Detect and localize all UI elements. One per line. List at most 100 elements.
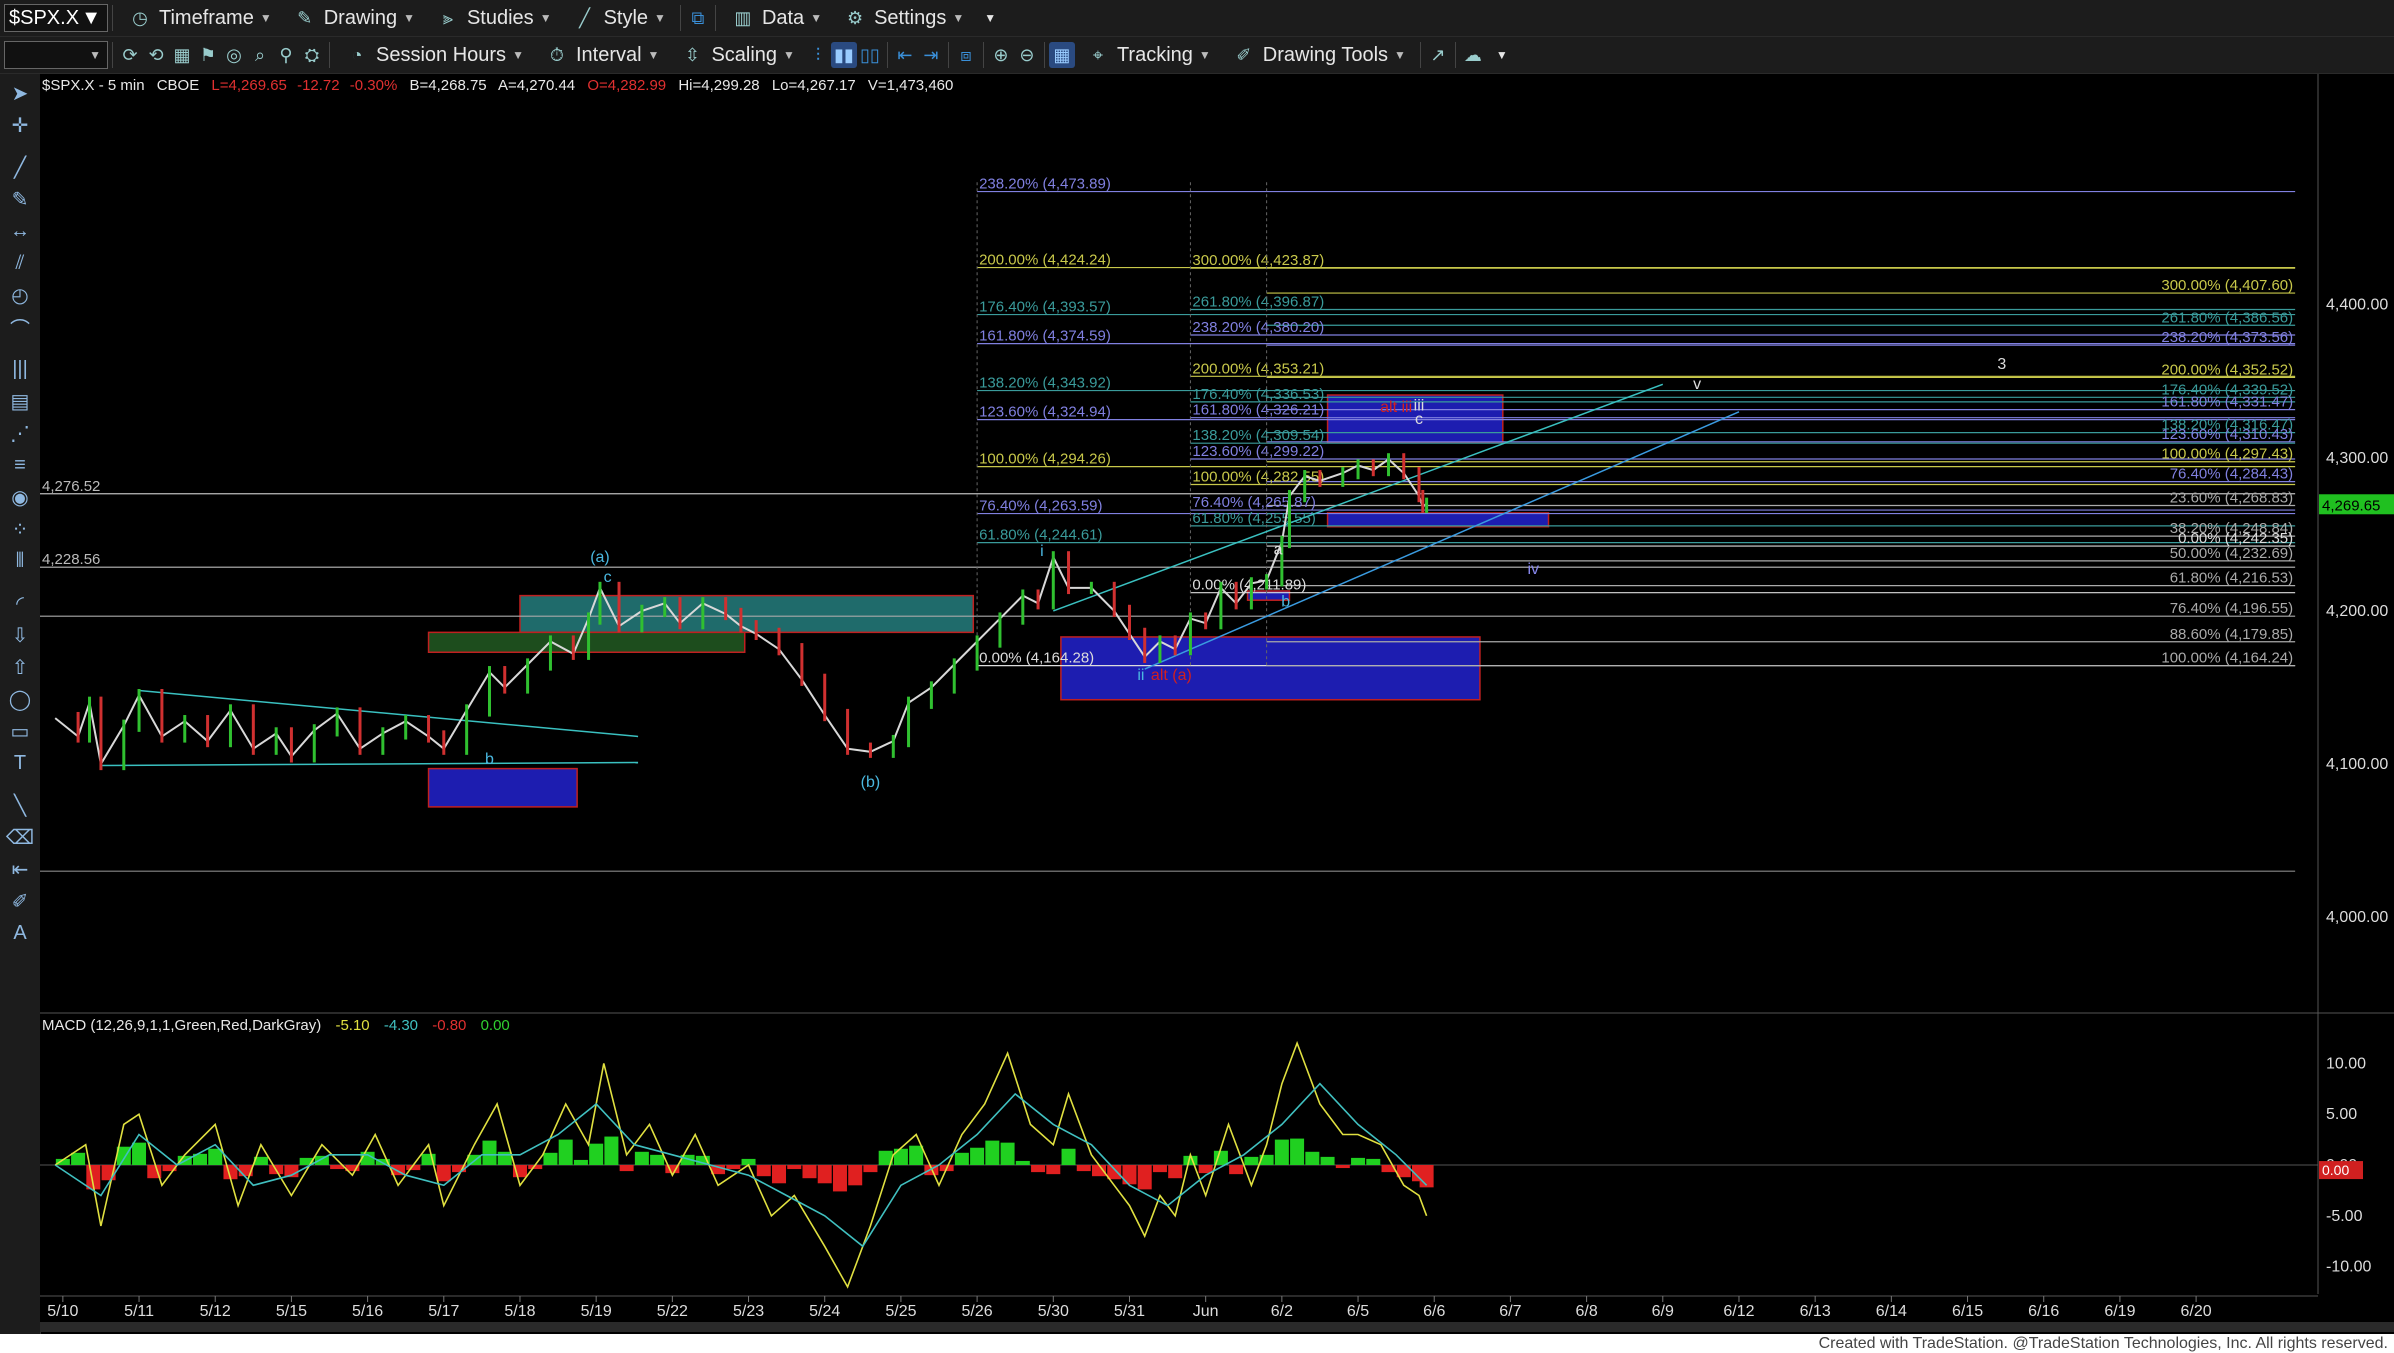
share-icon[interactable]: ↗ <box>1425 42 1451 68</box>
drawing-tools-label: Drawing Tools <box>1262 43 1389 66</box>
grid-icon[interactable]: ▤ <box>7 388 33 414</box>
time-tick-label: 6/13 <box>1800 1303 1831 1320</box>
symbol-selector[interactable]: $SPX.X ▼ <box>4 4 108 32</box>
tracking-menu[interactable]: ⌖ Tracking ▼ <box>1075 38 1221 72</box>
header-change-pct: -0.30% <box>350 77 398 94</box>
fib-icon[interactable]: ◴ <box>7 282 33 308</box>
chevron-down-icon: ▼ <box>810 11 823 25</box>
toolbar-divider <box>112 42 113 68</box>
text-tool-icon[interactable]: T <box>7 750 33 776</box>
hotlist-icon[interactable]: ⚲ <box>273 42 299 68</box>
time-tick-label: 6/14 <box>1876 1303 1907 1320</box>
bar-style-icon[interactable]: ⫶ <box>805 42 831 68</box>
drawing-menu[interactable]: ✎ Drawing ▼ <box>282 1 425 35</box>
macd-tick-label: 10.00 <box>2326 1055 2366 1072</box>
horizontal-arrow-icon[interactable]: ↔ <box>7 218 33 244</box>
wave-label: b <box>485 751 494 768</box>
tools-icon[interactable]: ⛭ <box>299 42 325 68</box>
toolbar-divider <box>1419 42 1421 68</box>
rectangle-icon[interactable]: ▭ <box>7 718 33 744</box>
arrow-down-icon[interactable]: ⇩ <box>7 622 33 648</box>
vertical-lines-icon[interactable]: ||| <box>7 356 33 382</box>
style-menu[interactable]: ╱ Style ▼ <box>562 1 676 35</box>
analysis-icon[interactable]: ◎ <box>221 42 247 68</box>
drawing-tools-icon: ✐ <box>1236 44 1252 65</box>
macd-histogram-bar <box>634 1151 649 1165</box>
macd-histogram-bar <box>482 1140 497 1165</box>
fib-level-label: 23.60% (4,268.83) <box>2170 490 2293 507</box>
crosshair-icon[interactable]: ✛ <box>7 112 33 138</box>
chart-search-icon[interactable]: ⌕ <box>247 42 273 68</box>
paint-icon[interactable]: ✐ <box>7 888 33 914</box>
fib-level-label: 123.60% (4,324.94) <box>979 404 1111 421</box>
chevron-down-icon: ▼ <box>1394 48 1406 62</box>
settings-menu[interactable]: ⚙ Settings ▼ <box>832 1 974 35</box>
crosshair-grid-icon[interactable]: ▦ <box>1048 42 1075 68</box>
scaling-menu[interactable]: ⇳ Scaling ▼ <box>669 38 805 72</box>
collapse-left-icon[interactable]: ⇤ <box>7 856 33 882</box>
macd-histogram-bar <box>132 1142 147 1165</box>
link-window-icon[interactable]: ⧉ <box>685 5 711 31</box>
macd-value-3: -0.80 <box>432 1017 466 1034</box>
session-hours-menu[interactable]: ◔ Session Hours ▼ <box>334 38 534 72</box>
macd-histogram-bar <box>1000 1142 1015 1165</box>
line-tool-icon[interactable]: ╲ <box>7 792 33 818</box>
window-layout-icon[interactable]: ⧈ <box>953 42 979 68</box>
arc-icon[interactable]: ◜ <box>7 590 33 616</box>
annotation-icon[interactable]: A <box>7 920 33 946</box>
macd-histogram-bar <box>848 1165 863 1186</box>
header-low: Lo=4,267.17 <box>772 77 856 94</box>
grid-window-icon[interactable]: ▦ <box>169 42 195 68</box>
data-menu[interactable]: ▥ Data ▼ <box>720 1 832 35</box>
timeframe-menu[interactable]: ◷ Timeframe ▼ <box>117 1 282 35</box>
compress-icon[interactable]: ⇤ <box>892 42 918 68</box>
trendline-icon[interactable]: ╱ <box>7 154 33 180</box>
scatter-icon[interactable]: ⁘ <box>7 516 33 542</box>
toolbar-divider <box>947 42 949 68</box>
fib-level-label: 76.40% (4,263.59) <box>979 498 1102 515</box>
time-tick-label: 5/18 <box>504 1303 535 1320</box>
fib-level-label: 300.00% (4,407.60) <box>2161 277 2293 294</box>
macd-histogram-bar <box>756 1165 771 1177</box>
expand-icon[interactable]: ⇥ <box>918 42 944 68</box>
overflow-chevron-icon[interactable]: ▼ <box>974 1 1006 35</box>
horizontal-scrollbar[interactable] <box>40 1322 2394 1332</box>
time-tick-label: 6/6 <box>1423 1303 1445 1320</box>
toolbar-divider <box>329 42 330 68</box>
zoom-out-icon[interactable]: ⊖ <box>1014 42 1040 68</box>
wave-label: i <box>1040 543 1044 560</box>
header-high: Hi=4,299.28 <box>678 77 759 94</box>
toolbar-divider <box>982 42 984 68</box>
candle-style-icon[interactable]: ▮▮ <box>830 42 857 68</box>
price-tick-label: 4,100.00 <box>2326 756 2388 773</box>
arrow-up-icon[interactable]: ⇧ <box>7 654 33 680</box>
pen-icon[interactable]: ✎ <box>7 186 33 212</box>
reload-icon[interactable]: ⟲ <box>143 42 169 68</box>
time-tick-label: 5/24 <box>809 1303 840 1320</box>
bookmark-icon[interactable]: ⚑ <box>195 42 221 68</box>
speed-lines-icon[interactable]: ⋰ <box>7 420 33 446</box>
refresh-icon[interactable]: ⟳ <box>117 42 143 68</box>
pointer-icon[interactable]: ➤ <box>7 80 33 106</box>
channel-icon[interactable]: ⫽ <box>7 250 33 276</box>
curve-icon[interactable]: ⌒ <box>7 314 33 341</box>
ellipse-icon[interactable]: ◯ <box>7 686 33 712</box>
macd-histogram-bar <box>1015 1160 1030 1165</box>
fib-level-label: 76.40% (4,196.55) <box>2170 600 2293 617</box>
horizontal-lines-icon[interactable]: ≡ <box>7 452 33 478</box>
cycle-icon[interactable]: ◉ <box>7 484 33 510</box>
zoom-in-icon[interactable]: ⊕ <box>988 42 1014 68</box>
interval-menu[interactable]: ⏱ Interval ▼ <box>534 38 669 72</box>
interval-input[interactable]: ▼ <box>4 41 108 69</box>
fib-level-label: 88.60% (4,179.85) <box>2170 626 2293 643</box>
eraser-icon[interactable]: ⌫ <box>6 824 34 850</box>
overflow-chevron-icon[interactable]: ▼ <box>1486 38 1518 72</box>
wave-label: ii <box>1137 667 1144 684</box>
price-chart[interactable]: 238.20% (4,473.89) 200.00% (4,424.24) 300.… <box>40 74 2394 1322</box>
gann-icon[interactable]: ⫴ <box>7 548 33 574</box>
macd-histogram-bar <box>1290 1138 1305 1165</box>
hollow-candle-icon[interactable]: ▯▯ <box>857 42 883 68</box>
studies-menu[interactable]: ⫸ Studies ▼ <box>425 1 562 35</box>
drawing-tools-menu[interactable]: ✐ Drawing Tools ▼ <box>1221 38 1416 72</box>
cloud-icon[interactable]: ☁ <box>1460 42 1486 68</box>
